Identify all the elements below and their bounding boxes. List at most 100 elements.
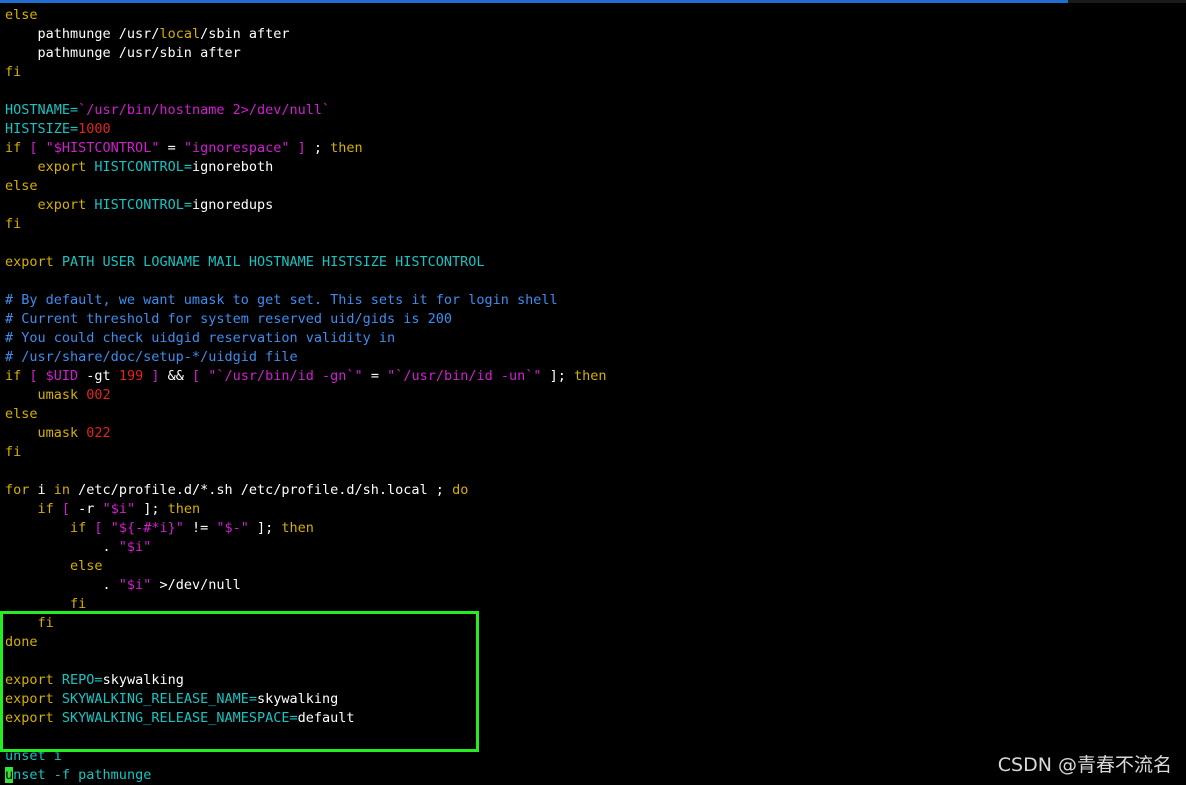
code-token: # By default, we want umask to get set. …: [5, 292, 558, 308]
code-line: umask 022: [5, 424, 607, 443]
code-line: unset -f pathmunge: [5, 766, 607, 785]
code-token: 1000: [78, 121, 111, 137]
code-line: else: [5, 177, 607, 196]
code-token: then: [281, 520, 314, 536]
code-token: ];: [135, 501, 168, 517]
code-token: if: [70, 520, 87, 536]
code-line: . "$i" >/dev/null: [5, 576, 607, 595]
code-line: else: [5, 557, 607, 576]
code-token: ;: [313, 140, 331, 156]
code-line: # You could check uidgid reservation val…: [5, 329, 607, 348]
code-token: "$-": [216, 520, 249, 536]
code-token: ];: [541, 368, 575, 384]
code-token: [: [86, 520, 111, 536]
code-token: =: [159, 140, 184, 156]
csdn-watermark: CSDN @青春不流名: [997, 754, 1172, 776]
code-line: if [ -r "$i" ]; then: [5, 500, 607, 519]
code-token: # Current threshold for system reserved …: [5, 311, 453, 327]
code-line: fi: [5, 215, 607, 234]
code-line: # By default, we want umask to get set. …: [5, 291, 607, 310]
code-token: export: [37, 159, 87, 175]
code-line: else: [5, 405, 607, 424]
title-accent-bar: [0, 0, 1068, 3]
code-token: if: [5, 368, 22, 384]
code-line: if [ "$HISTCONTROL" = "ignorespace" ] ; …: [5, 139, 607, 158]
code-token: ];: [248, 520, 282, 536]
code-token: local: [159, 26, 201, 42]
code-line: HOSTNAME=`/usr/bin/hostname 2>/dev/null`: [5, 101, 607, 120]
code-token: [: [53, 501, 79, 517]
code-token: HISTCONTROL=: [86, 159, 192, 175]
code-token: else: [5, 406, 38, 422]
code-line: fi: [5, 443, 607, 462]
code-token: export: [5, 254, 54, 270]
code-token: # You could check uidgid reservation val…: [5, 330, 396, 346]
code-token: if: [37, 501, 54, 517]
code-token: &&: [167, 368, 192, 384]
code-line: . "$i": [5, 538, 607, 557]
code-token: ignoreboth: [191, 159, 274, 175]
code-token: umask: [5, 425, 87, 441]
code-line: # /usr/share/doc/setup-*/uidgid file: [5, 348, 607, 367]
code-token: "`/usr/bin/id -gn`": [208, 368, 363, 384]
code-line: pathmunge /usr/sbin after: [5, 44, 607, 63]
code-line: if [ "${-#*i}" != "$-" ]; then: [5, 519, 607, 538]
code-token: ]: [289, 140, 314, 156]
code-token: HISTSIZE=: [5, 121, 79, 137]
code-token: 002: [86, 387, 111, 403]
code-token: HOSTNAME=: [5, 102, 79, 118]
code-line: if [ $UID -gt 199 ] && [ "`/usr/bin/id -…: [5, 367, 607, 386]
code-token: fi: [5, 216, 22, 232]
code-token: pathmunge: [78, 767, 152, 783]
code-token: else: [5, 178, 38, 194]
code-line: HISTSIZE=1000: [5, 120, 607, 139]
code-token: if: [5, 140, 22, 156]
code-token: i: [29, 482, 54, 498]
window-top-border: [0, 0, 1186, 3]
code-token: then: [574, 368, 607, 384]
code-token: .: [5, 539, 119, 555]
code-line: else: [5, 6, 607, 25]
code-line: export HISTCONTROL=ignoredups: [5, 196, 607, 215]
code-token: "$i": [102, 501, 136, 517]
code-token: in: [53, 482, 71, 498]
code-line: umask 002: [5, 386, 607, 405]
code-token: do: [452, 482, 469, 498]
code-token: 022: [86, 425, 111, 441]
code-token: pathmunge /usr/: [5, 26, 160, 42]
code-token: !=: [183, 520, 217, 536]
code-token: "ignorespace": [183, 140, 290, 156]
code-token: umask: [5, 387, 87, 403]
code-token: ]: [143, 368, 168, 384]
code-token: else: [5, 7, 38, 23]
code-token: then: [330, 140, 363, 156]
text-cursor: u: [5, 767, 14, 783]
code-token: $UID: [45, 368, 79, 384]
code-token: .: [5, 577, 119, 593]
highlight-annotation-box: [0, 611, 479, 752]
code-line: export PATH USER LOGNAME MAIL HOSTNAME H…: [5, 253, 607, 272]
code-line: pathmunge /usr/local/sbin after: [5, 25, 607, 44]
code-token: =: [362, 368, 388, 384]
code-token: # /usr/share/doc/setup-*/uidgid file: [5, 349, 298, 365]
code-token: -gt: [78, 368, 119, 384]
code-token: then: [167, 501, 201, 517]
code-token: -r: [78, 501, 103, 517]
code-token: fi: [5, 444, 22, 460]
code-line: for i in /etc/profile.d/*.sh /etc/profil…: [5, 481, 607, 500]
code-token: "$HISTCONTROL": [45, 140, 160, 156]
code-token: "$i": [118, 577, 152, 593]
code-token: "`/usr/bin/id -un`": [387, 368, 542, 384]
code-line: export HISTCONTROL=ignoreboth: [5, 158, 607, 177]
code-token: 199: [118, 368, 144, 384]
code-token: PATH USER LOGNAME MAIL HOSTNAME HISTSIZE…: [53, 254, 485, 270]
code-token: /sbin after: [200, 26, 290, 42]
code-token: export: [37, 197, 87, 213]
code-token: /etc/profile.d/*.sh /etc/profile.d/sh.lo…: [70, 482, 453, 498]
